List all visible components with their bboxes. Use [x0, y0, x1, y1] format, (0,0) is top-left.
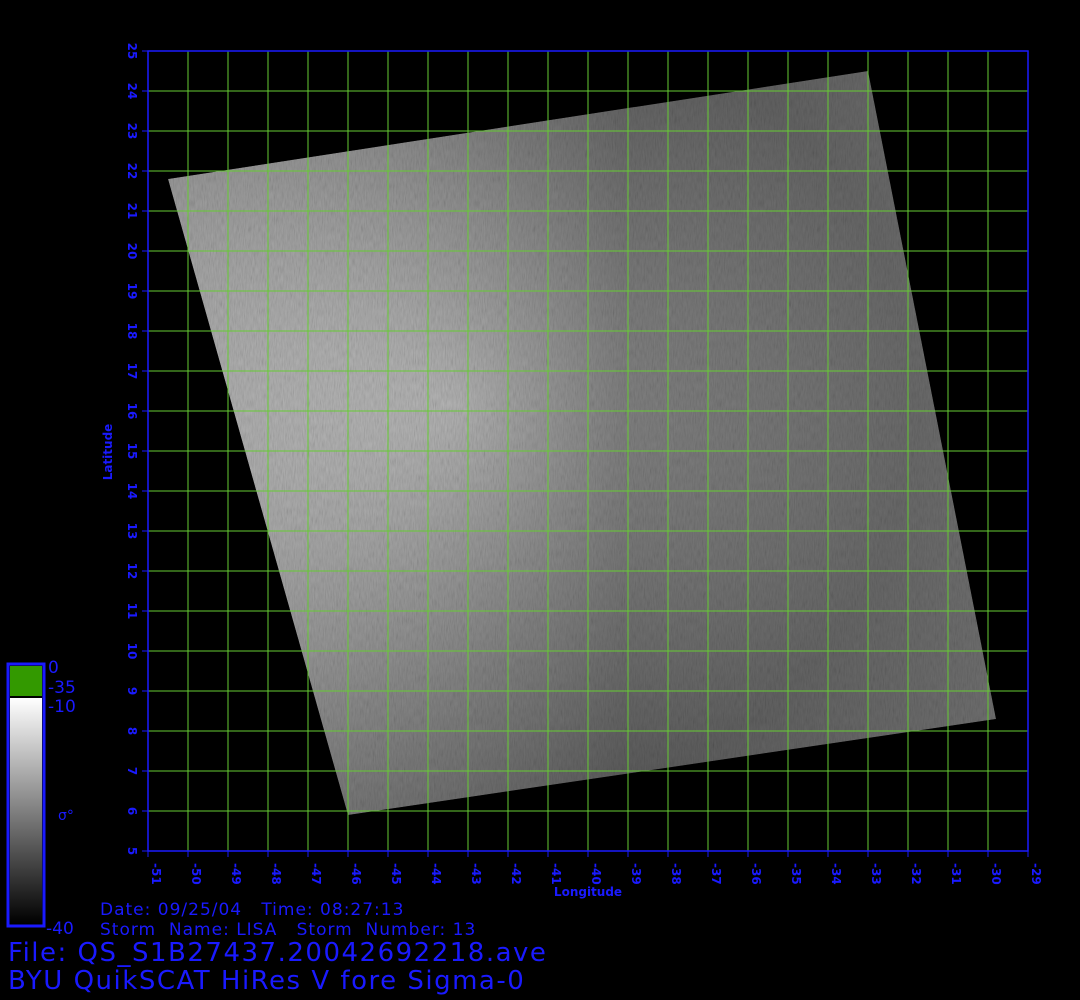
x-tick-label: -40: [589, 863, 603, 885]
y-tick-label: 12: [125, 563, 139, 580]
y-tick-label: 16: [125, 403, 139, 420]
y-tick-label: 9: [125, 687, 139, 695]
y-tick-label: 15: [125, 443, 139, 460]
y-tick-label: 6: [125, 807, 139, 815]
y-tick-label: 10: [125, 643, 139, 660]
file-name-line: File: QS_S1B27437.20042692218.ave: [8, 938, 548, 968]
y-tick-label: 13: [125, 523, 139, 540]
y-tick-label: 19: [125, 283, 139, 300]
y-tick-label: 11: [125, 603, 139, 620]
y-tick-label: 5: [125, 847, 139, 855]
x-tick-label: -38: [669, 863, 683, 885]
product-title-line: BYU QuikSCAT HiRes V fore Sigma-0: [8, 966, 526, 996]
y-tick-label: 18: [125, 323, 139, 340]
x-tick-label: -47: [309, 863, 323, 885]
y-tick-label: 22: [125, 163, 139, 180]
y-tick-label: 14: [125, 483, 139, 500]
y-tick-label: 17: [125, 363, 139, 380]
sigma0-swath-image: [168, 71, 996, 815]
lat-lon-grid: [147, 50, 1029, 852]
y-tick-label: 20: [125, 243, 139, 260]
x-tick-label: -32: [909, 863, 923, 885]
x-tick-label: -49: [229, 863, 243, 885]
colorbar: 0 -35 -10 -40 σ°: [6, 658, 76, 939]
colorbar-label-bottom: -40: [46, 919, 74, 939]
x-axis-label: Longitude: [554, 885, 622, 899]
y-tick-label: 21: [125, 203, 139, 220]
x-tick-label: -50: [189, 863, 203, 885]
x-tick-label: -33: [869, 863, 883, 885]
x-tick-label: -35: [789, 863, 803, 885]
colorbar-label-green-bottom: -35: [48, 678, 76, 698]
x-tick-label: -46: [349, 863, 363, 885]
x-tick-label: -45: [389, 863, 403, 885]
y-tick-label: 8: [125, 727, 139, 735]
x-tick-label: -42: [509, 863, 523, 885]
x-tick-label: -43: [469, 863, 483, 885]
x-tick-label: -48: [269, 863, 283, 885]
y-tick-label: 25: [125, 43, 139, 60]
x-tick-label: -44: [429, 863, 443, 885]
storm-info-line: Storm Name: LISA Storm Number: 13: [100, 920, 477, 940]
x-tick-label: -39: [629, 863, 643, 885]
y-tick-label: 23: [125, 123, 139, 140]
date-time-line: Date: 09/25/04 Time: 08:27:13: [100, 900, 405, 920]
colorbar-label-white: -10: [48, 697, 76, 717]
colorbar-gradient: [10, 698, 42, 924]
map-figure: -51 -50 -49 -48 -47 -46 -45 -44 -43 -42 -41 -40 -39 -…: [6, 43, 1043, 939]
sigma0-symbol: σ°: [58, 808, 74, 824]
x-tick-label: -30: [989, 863, 1003, 885]
x-tick-label: -36: [749, 863, 763, 885]
x-tick-label: -31: [949, 863, 963, 885]
x-tick-label: -34: [829, 863, 843, 885]
x-tick-labels: -51 -50 -49 -48 -47 -46 -45 -44 -43 -42 -41 -40 -39 -…: [147, 851, 1043, 885]
y-tick-label: 24: [125, 83, 139, 100]
y-tick-label: 7: [125, 767, 139, 775]
x-tick-label: -37: [709, 863, 723, 885]
x-tick-label: -51: [149, 863, 163, 885]
x-tick-label: -41: [549, 863, 563, 885]
y-axis-label: Latitude: [101, 424, 115, 481]
colorbar-label-top: 0: [48, 658, 59, 678]
x-tick-label: -29: [1029, 863, 1043, 885]
y-tick-labels: 5 6 7 8 9 10 11 12 13 14 15 16 17 18 19 20 21 22 23 24 25: [125, 43, 148, 855]
colorbar-green-band: [10, 666, 42, 696]
